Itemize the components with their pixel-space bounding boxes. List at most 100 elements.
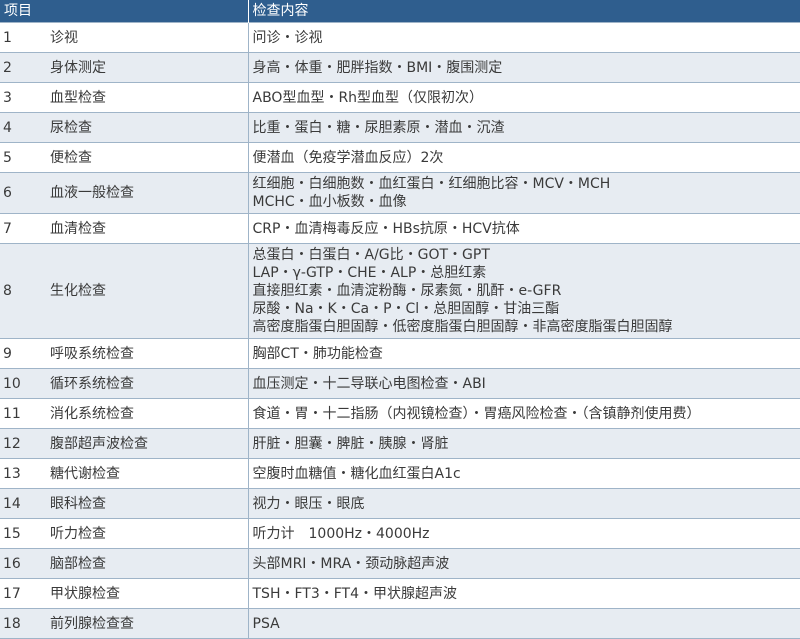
content-line: 视力・眼压・眼底 (252, 495, 365, 512)
content-line: 空腹时血糖值・糖化血红蛋白A1c (252, 465, 461, 482)
row-number: 13 (0, 458, 50, 489)
content-line: 红细胞・白细胞数・血红蛋白・红细胞比容・MCV・MCH (252, 176, 611, 192)
content-line: 问诊・诊视 (252, 29, 323, 46)
row-item: 前列腺检查查 (50, 608, 248, 639)
table-row: 6 血液一般检查 红细胞・白细胞数・血红蛋白・红细胞比容・MCV・MCH MCHC・血… (0, 172, 800, 214)
table-row: 3 血型检查 ABO型血型・Rh型血型（仅限初次） (0, 82, 800, 113)
content-line: 胸部CT・肺功能检查 (252, 345, 383, 362)
exam-items-table: 项目 检查内容 1 诊视 问诊・诊视 2 身体测定 身高・体重・肥胖指数・BMI・腹围测定… (0, 0, 800, 639)
row-content: 视力・眼压・眼底 (247, 488, 800, 519)
table-row: 10 循环系统检查 血压测定・十二导联心电图检查・ABI (0, 368, 800, 399)
row-number: 11 (0, 398, 50, 429)
content-line: PSA (252, 615, 280, 632)
row-content: 食道・胃・十二指肠（内视镜检查）・胃癌风险检查・（含镇静剂使用费） (247, 398, 800, 429)
row-item: 生化检查 (50, 243, 248, 339)
content-line: TSH・FT3・FT4・甲状腺超声波 (252, 585, 458, 602)
row-number: 14 (0, 488, 50, 519)
row-item: 眼科检查 (50, 488, 248, 519)
row-item: 血型检查 (50, 82, 248, 113)
row-number: 1 (0, 22, 50, 53)
table-row: 4 尿检查 比重・蛋白・糖・尿胆素原・潜血・沉渣 (0, 112, 800, 143)
row-item: 尿检查 (50, 112, 248, 143)
content-line: 比重・蛋白・糖・尿胆素原・潜血・沉渣 (252, 119, 505, 136)
row-number: 8 (0, 243, 50, 339)
row-item: 循环系统检查 (50, 368, 248, 399)
row-content: CRP・血清梅毒反应・HBs抗原・HCV抗体 (247, 213, 800, 244)
table-header: 项目 检查内容 (0, 0, 800, 23)
row-content: 红细胞・白细胞数・血红蛋白・红细胞比容・MCV・MCH MCHC・血小板数・血像 (247, 172, 800, 214)
row-item: 血液一般检查 (50, 172, 248, 214)
table-row: 9 呼吸系统检查 胸部CT・肺功能检查 (0, 338, 800, 369)
row-content: 血压测定・十二导联心电图检查・ABI (247, 368, 800, 399)
row-number: 6 (0, 172, 50, 214)
row-content: 总蛋白・白蛋白・A/G比・GOT・GPT LAP・γ-GTP・CHE・ALP・总胆… (247, 243, 800, 339)
row-number: 10 (0, 368, 50, 399)
table-row: 7 血清检查 CRP・血清梅毒反应・HBs抗原・HCV抗体 (0, 213, 800, 244)
content-line: LAP・γ-GTP・CHE・ALP・总胆红素 (252, 265, 487, 281)
table-row: 2 身体测定 身高・体重・肥胖指数・BMI・腹围测定 (0, 52, 800, 83)
content-line: 头部MRI・MRA・颈动脉超声波 (252, 555, 450, 572)
content-line: 听力计 1000Hz・4000Hz (252, 525, 430, 542)
row-number: 3 (0, 82, 50, 113)
table-row: 8 生化检查 总蛋白・白蛋白・A/G比・GOT・GPT LAP・γ-GTP・CHE・A… (0, 243, 800, 339)
row-item: 诊视 (50, 22, 248, 53)
row-content: 胸部CT・肺功能检查 (247, 338, 800, 369)
row-number: 4 (0, 112, 50, 143)
content-line: 高密度脂蛋白胆固醇・低密度脂蛋白胆固醇・非高密度脂蛋白胆固醇 (252, 319, 673, 335)
row-content: 空腹时血糖值・糖化血红蛋白A1c (247, 458, 800, 489)
table-row: 16 脑部检查 头部MRI・MRA・颈动脉超声波 (0, 548, 800, 579)
content-line: 总蛋白・白蛋白・A/G比・GOT・GPT (252, 247, 490, 263)
content-line: 血压测定・十二导联心电图检查・ABI (252, 375, 486, 392)
row-content: PSA (247, 608, 800, 639)
row-item: 呼吸系统检查 (50, 338, 248, 369)
content-line: ABO型血型・Rh型血型（仅限初次） (252, 89, 484, 106)
table-row: 11 消化系统检查 食道・胃・十二指肠（内视镜检查）・胃癌风险检查・（含镇静剂使用费… (0, 398, 800, 429)
row-content: ABO型血型・Rh型血型（仅限初次） (247, 82, 800, 113)
row-item: 甲状腺检查 (50, 578, 248, 609)
content-line: MCHC・血小板数・血像 (252, 194, 407, 210)
table-row: 13 糖代谢检查 空腹时血糖值・糖化血红蛋白A1c (0, 458, 800, 489)
row-content: 问诊・诊视 (247, 22, 800, 53)
content-line: 食道・胃・十二指肠（内视镜检查）・胃癌风险检查・（含镇静剂使用费） (252, 405, 701, 422)
row-item: 消化系统检查 (50, 398, 248, 429)
row-content: 便潜血（免疫学潜血反应）2次 (247, 142, 800, 173)
table-row: 1 诊视 问诊・诊视 (0, 22, 800, 53)
row-number: 5 (0, 142, 50, 173)
table-row: 18 前列腺检查查 PSA (0, 608, 800, 639)
row-item: 血清检查 (50, 213, 248, 244)
row-item: 便检查 (50, 142, 248, 173)
row-number: 9 (0, 338, 50, 369)
row-content: TSH・FT3・FT4・甲状腺超声波 (247, 578, 800, 609)
row-number: 16 (0, 548, 50, 579)
row-item: 脑部检查 (50, 548, 248, 579)
row-number: 15 (0, 518, 50, 549)
row-content: 听力计 1000Hz・4000Hz (247, 518, 800, 549)
row-content: 肝脏・胆囊・脾脏・胰腺・肾脏 (247, 428, 800, 459)
content-line: CRP・血清梅毒反应・HBs抗原・HCV抗体 (252, 220, 520, 237)
content-line: 肝脏・胆囊・脾脏・胰腺・肾脏 (252, 435, 449, 452)
row-content: 身高・体重・肥胖指数・BMI・腹围测定 (247, 52, 800, 83)
row-item: 听力检查 (50, 518, 248, 549)
row-content: 头部MRI・MRA・颈动脉超声波 (247, 548, 800, 579)
table-body: 1 诊视 问诊・诊视 2 身体测定 身高・体重・肥胖指数・BMI・腹围测定 3 血型检查 ABO… (0, 22, 800, 639)
content-line: 尿酸・Na・K・Ca・P・Cl・总胆固醇・甘油三酯 (252, 301, 560, 317)
content-line: 身高・体重・肥胖指数・BMI・腹围测定 (252, 59, 503, 76)
row-number: 7 (0, 213, 50, 244)
row-content: 比重・蛋白・糖・尿胆素原・潜血・沉渣 (247, 112, 800, 143)
row-item: 身体测定 (50, 52, 248, 83)
row-item: 糖代谢检查 (50, 458, 248, 489)
table-row: 15 听力检查 听力计 1000Hz・4000Hz (0, 518, 800, 549)
row-number: 2 (0, 52, 50, 83)
row-number: 12 (0, 428, 50, 459)
row-item: 腹部超声波检查 (50, 428, 248, 459)
header-item: 项目 (0, 0, 249, 23)
row-number: 17 (0, 578, 50, 609)
content-line: 直接胆红素・血清淀粉酶・尿素氮・肌酐・e-GFR (252, 283, 562, 299)
table-row: 12 腹部超声波检查 肝脏・胆囊・脾脏・胰腺・肾脏 (0, 428, 800, 459)
table-row: 5 便检查 便潜血（免疫学潜血反应）2次 (0, 142, 800, 173)
header-content: 检查内容 (248, 0, 800, 23)
table-row: 14 眼科检查 视力・眼压・眼底 (0, 488, 800, 519)
table-row: 17 甲状腺检查 TSH・FT3・FT4・甲状腺超声波 (0, 578, 800, 609)
row-number: 18 (0, 608, 50, 639)
content-line: 便潜血（免疫学潜血反应）2次 (252, 149, 444, 166)
